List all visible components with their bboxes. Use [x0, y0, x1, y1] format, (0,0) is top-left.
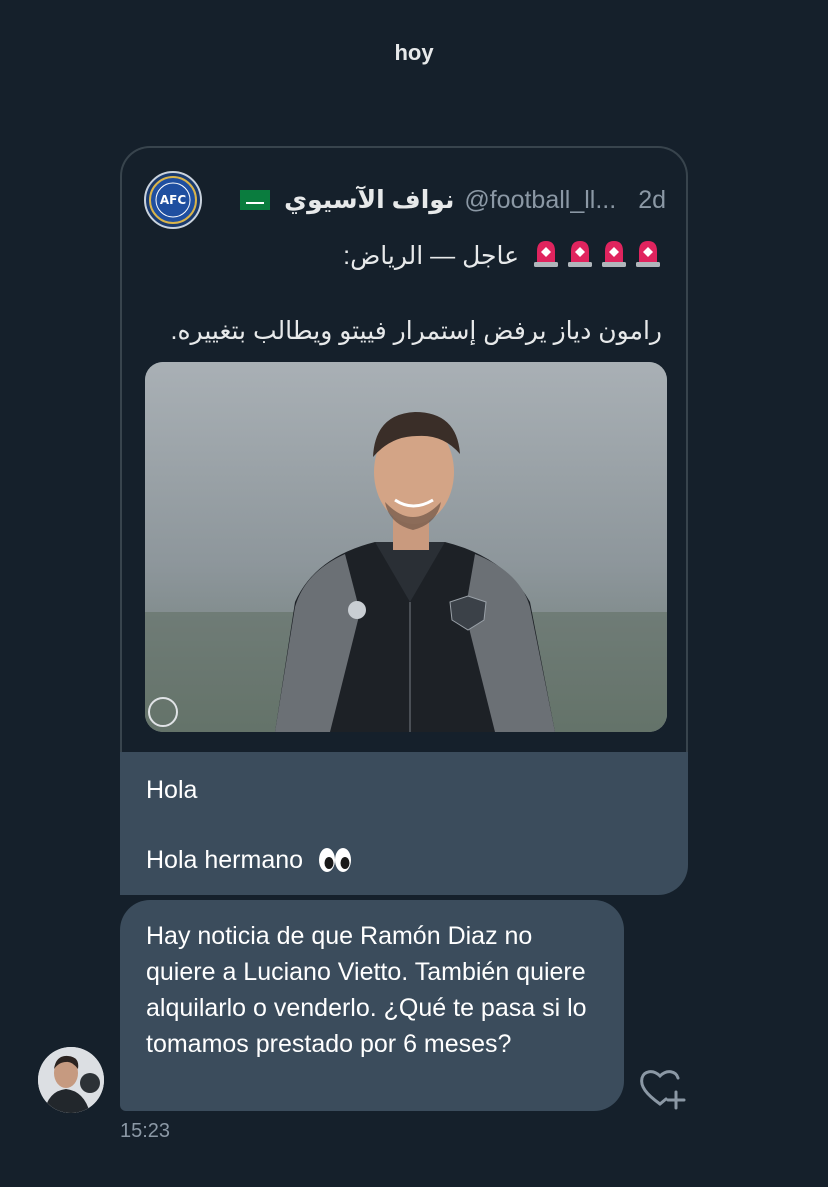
tweet-text-line1: عاجل — الرياض: [146, 238, 662, 274]
tweet-text: عاجل — الرياض: رامون دياز يرفض إستمرار ف… [146, 238, 662, 349]
quote-reply-line2-text: Hola hermano [146, 846, 304, 874]
message-bubble[interactable]: Hay noticia de que Ramón Diaz no quiere … [120, 900, 624, 1111]
tweet-author-avatar[interactable]: AFC [144, 171, 202, 229]
tweet-line1-text: عاجل — الرياض: [343, 242, 520, 270]
svg-text:AFC: AFC [160, 193, 186, 207]
siren-emoji-group [526, 241, 662, 270]
heart-plus-icon [640, 1070, 686, 1110]
siren-emoji-icon [636, 241, 660, 267]
tweet-meta: نواف الآسيوي @football_ll... 2d [220, 185, 666, 215]
like-reaction-button[interactable] [638, 1066, 688, 1110]
siren-emoji-icon [534, 241, 558, 267]
tweet-header: AFC نواف الآسيوي @football_ll... 2d [144, 170, 666, 230]
afc-logo-icon: AFC [149, 176, 197, 224]
tweet-author-name[interactable]: نواف الآسيوي [284, 185, 454, 215]
message-timestamp: 15:23 [120, 1120, 171, 1142]
eyes-emoji-icon [318, 847, 352, 883]
siren-emoji-icon [568, 241, 592, 267]
tweet-time: 2d [638, 185, 666, 214]
quote-reply-bubble[interactable]: Hola Hola hermano [120, 752, 688, 895]
sender-avatar[interactable] [38, 1047, 104, 1113]
football-player-photo [145, 362, 667, 732]
quoted-tweet-card[interactable]: AFC نواف الآسيوي @football_ll... 2d عاجل… [120, 146, 688, 752]
day-separator: hoy [394, 40, 434, 65]
siren-emoji-icon [602, 241, 626, 267]
tweet-image[interactable] [145, 362, 667, 732]
dm-conversation: hoy AFC نواف الآسيوي @football_ll... 2d … [0, 0, 828, 1187]
saudi-flag-icon [240, 190, 271, 210]
quote-reply-line2: Hola hermano [146, 842, 662, 883]
tweet-text-line2: رامون دياز يرفض إستمرار فييتو ويطالب بتغ… [170, 317, 662, 345]
quote-reply-line1: Hola [146, 776, 198, 804]
avatar-photo [38, 1047, 104, 1113]
tweet-author-handle[interactable]: @football_ll... [464, 186, 616, 215]
